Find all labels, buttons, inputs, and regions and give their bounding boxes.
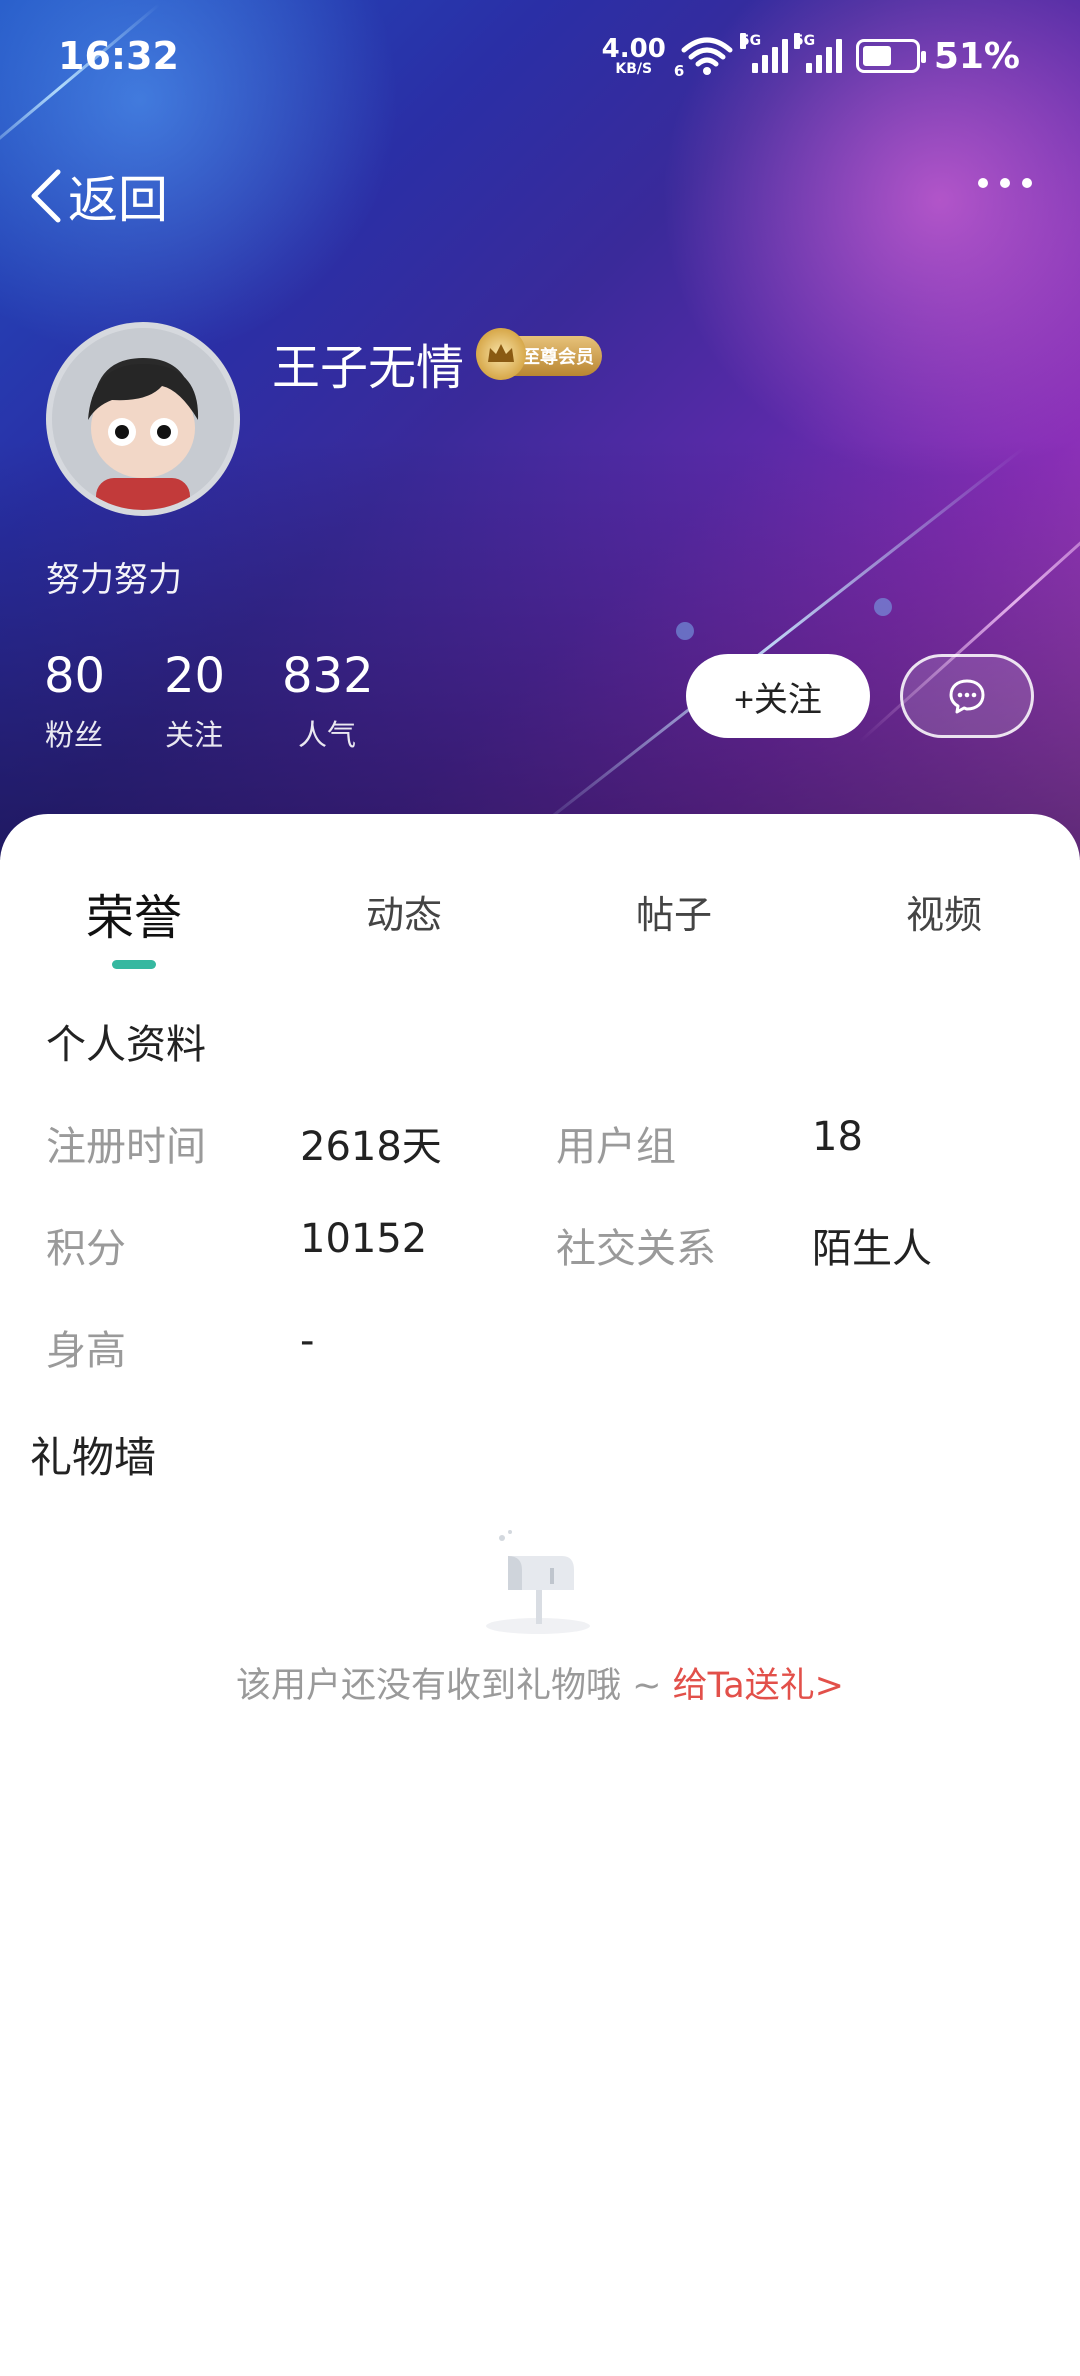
info-value-points: 10152: [300, 1216, 428, 1262]
following-label: 关注: [164, 718, 223, 752]
signal-sim2-icon: 5G: [793, 33, 842, 73]
active-tab-indicator: [112, 960, 156, 969]
gift-wall-title: 礼物墙: [30, 1433, 157, 1482]
info-label-register-time: 注册时间: [46, 1124, 206, 1170]
popularity-label: 人气: [297, 718, 356, 752]
chat-button[interactable]: [900, 654, 1034, 738]
tab-honor[interactable]: 荣誉: [34, 878, 234, 948]
more-dots-icon[interactable]: [978, 178, 1032, 188]
battery-percent: 51%: [933, 35, 1020, 77]
info-value-register-time: 2618天: [300, 1124, 442, 1170]
personal-info-title: 个人资料: [46, 1022, 206, 1068]
username: 王子无情: [272, 340, 465, 396]
content-card: 荣誉 动态 帖子 视频 个人资料 注册时间 2618天 用户组 18 积分 10…: [0, 814, 1080, 2376]
back-label: 返回: [68, 171, 168, 229]
vip-badge[interactable]: 至尊会员: [476, 328, 602, 380]
empty-mailbox-icon: [486, 1530, 590, 1634]
fans-count: 80: [44, 648, 106, 704]
info-label-height: 身高: [46, 1328, 126, 1374]
fans-label: 粉丝: [44, 718, 103, 752]
follow-button[interactable]: +关注: [686, 654, 870, 738]
info-value-relation: 陌生人: [812, 1226, 932, 1272]
network-speed: 4.00 KB/S: [601, 34, 666, 77]
info-label-points: 积分: [46, 1226, 126, 1272]
wifi-icon: 6: [674, 36, 734, 80]
user-signature: 努力努力: [46, 560, 182, 600]
following-count: 20: [164, 648, 226, 704]
crown-icon: [476, 328, 526, 380]
tab-posts[interactable]: 帖子: [574, 884, 774, 939]
tab-videos[interactable]: 视频: [844, 884, 1044, 939]
chevron-left-icon: [31, 169, 61, 223]
popularity-count: 832: [282, 648, 374, 704]
info-label-relation: 社交关系: [556, 1226, 716, 1272]
status-time: 16:32: [58, 34, 179, 78]
info-label-user-group: 用户组: [556, 1124, 676, 1170]
info-value-user-group: 18: [812, 1114, 863, 1160]
stat-popularity[interactable]: 832 人气: [282, 648, 374, 754]
battery-icon: [855, 39, 926, 73]
profile-screen: 16:32 4.00 KB/S 6 5G 5G 51% 返回 王子无情 至尊会员…: [0, 0, 1080, 2376]
status-bar: 16:32 4.00 KB/S 6 5G 5G 51%: [0, 0, 1080, 110]
stat-following[interactable]: 20 关注: [164, 648, 226, 754]
vip-badge-text: 至尊会员: [522, 347, 594, 368]
tab-bar: 荣誉 动态 帖子 视频: [0, 884, 1080, 974]
chat-bubble-icon: [949, 679, 985, 714]
avatar[interactable]: [46, 322, 240, 516]
tab-activity[interactable]: 动态: [304, 884, 504, 939]
gift-empty-message: 该用户还没有收到礼物哦 ~ 给Ta送礼>: [0, 1657, 1080, 1708]
send-gift-link[interactable]: 给Ta送礼>: [673, 1666, 844, 1706]
gift-empty-text: 该用户还没有收到礼物哦 ~: [236, 1666, 673, 1706]
back-button[interactable]: 返回: [28, 160, 168, 232]
info-value-height: -: [300, 1318, 315, 1364]
signal-sim1-icon: 5G: [739, 33, 788, 73]
stat-fans[interactable]: 80 粉丝: [44, 648, 106, 754]
